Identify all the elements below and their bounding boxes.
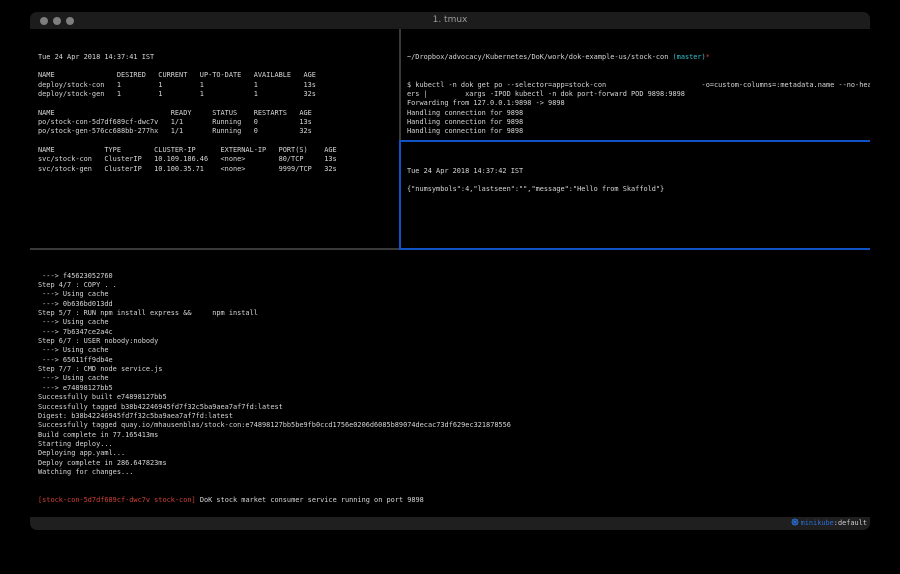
git-branch-label: (master) <box>673 53 706 61</box>
docker-build-output: ---> f45623052760 Step 4/7 : COPY . . --… <box>38 272 870 478</box>
shell-prompt-line: ~/Dropbox/advocacy/Kubernetes/DoK/work/d… <box>407 53 870 62</box>
kubectl-resources-output: Tue 24 Apr 2018 14:37:41 IST NAME DESIRE… <box>38 53 399 174</box>
tmux-content-area: Tue 24 Apr 2018 14:37:41 IST NAME DESIRE… <box>30 29 870 517</box>
kube-namespace-label: :default <box>834 519 867 527</box>
status-right-section: minikube:default <box>791 517 867 530</box>
pod-log-message: DoK stock market consumer service runnin… <box>200 496 424 504</box>
screen-background: { "window": { "title": "1. tmux" }, "pan… <box>0 0 900 574</box>
pane-curl-output[interactable]: Tue 24 Apr 2018 14:37:42 IST {"numsymbol… <box>401 142 870 248</box>
kube-context-label[interactable]: minikube <box>801 519 834 527</box>
curl-output: Tue 24 Apr 2018 14:37:42 IST {"numsymbol… <box>407 167 870 195</box>
prompt-path: ~/Dropbox/advocacy/Kubernetes/DoK/work/d… <box>407 53 673 61</box>
pane-skaffold-build[interactable]: ---> f45623052760 Step 4/7 : COPY . . --… <box>30 250 870 517</box>
terminal-window: 1. tmux Tue 24 Apr 2018 14:37:41 IST NAM… <box>30 12 870 530</box>
active-pane-border-top <box>399 140 870 142</box>
port-forward-output: $ kubectl -n dok get po --selector=app=s… <box>407 81 870 137</box>
tmux-status-bar: dok0:vagrant@localhost:~* minikube:defau… <box>30 517 870 530</box>
pod-log-line: [stock-con-5d7df689cf-dwc7v stock-con] D… <box>38 496 870 505</box>
git-dirty-indicator: * <box>706 53 710 61</box>
kubernetes-helm-icon <box>791 518 799 530</box>
active-pane-border-left <box>399 142 401 248</box>
pod-log-prefix: [stock-con-5d7df689cf-dwc7v stock-con] <box>38 496 196 504</box>
pane-port-forward[interactable]: ~/Dropbox/advocacy/Kubernetes/DoK/work/d… <box>401 29 870 140</box>
pane-divider-vertical-inactive <box>399 29 401 140</box>
window-titlebar: 1. tmux <box>30 12 870 29</box>
pane-kubectl-resources[interactable]: Tue 24 Apr 2018 14:37:41 IST NAME DESIRE… <box>30 29 399 248</box>
window-title: 1. tmux <box>30 12 870 29</box>
